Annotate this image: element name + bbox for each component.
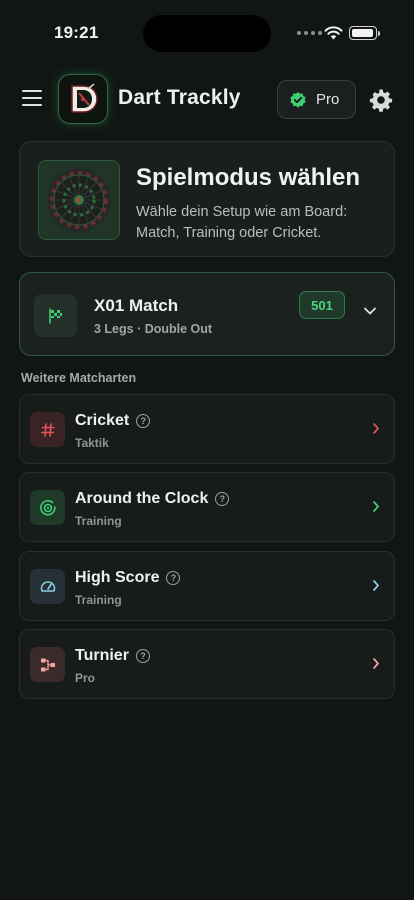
verified-badge-icon <box>290 91 306 108</box>
dartboard-icon <box>47 168 111 232</box>
mode-item-high-score[interactable]: High Score ? Training <box>19 551 395 621</box>
mode-title: Turnier ? <box>75 647 150 665</box>
cellular-icon <box>297 31 322 35</box>
around-the-clock-icon-box <box>30 490 65 525</box>
mode-item-turnier[interactable]: Turnier ? Pro <box>19 629 395 699</box>
x01-subtitle: 3 Legs · Double Out <box>94 322 213 336</box>
turnier-icon-box <box>30 647 65 682</box>
pro-button[interactable]: Pro <box>277 80 356 119</box>
app-header: Dart Trackly Pro <box>0 72 414 126</box>
mode-intro-card: Spielmodus wählen Wähle dein Setup wie a… <box>19 141 395 257</box>
gear-icon[interactable] <box>369 88 393 112</box>
high-score-icon-box <box>30 569 65 604</box>
mode-title: Around the Clock ? <box>75 490 230 508</box>
status-bar: 19:21 <box>0 0 414 60</box>
app-title: Dart Trackly <box>118 86 241 109</box>
bracket-icon <box>40 658 55 671</box>
app-logo <box>58 74 108 124</box>
help-icon[interactable]: ? <box>135 649 150 663</box>
chevron-down-icon[interactable] <box>363 306 377 316</box>
mode-title: Cricket ? <box>75 412 151 430</box>
battery-icon <box>349 26 380 40</box>
dynamic-island <box>143 15 271 52</box>
mode-title-text: Turnier <box>75 647 129 664</box>
mode-subtitle: Training <box>75 593 122 607</box>
hash-icon <box>40 422 55 437</box>
chevron-right-icon <box>373 658 379 669</box>
x01-title: X01 Match <box>94 296 179 315</box>
mode-title-text: Cricket <box>75 412 130 429</box>
mode-title: High Score ? <box>75 569 181 587</box>
gauge-icon <box>40 580 55 592</box>
menu-button[interactable] <box>22 90 44 108</box>
mode-title-text: Around the Clock <box>75 490 209 507</box>
hero-title: Spielmodus wählen <box>136 164 361 191</box>
checkered-flag-icon <box>48 307 62 324</box>
help-icon[interactable]: ? <box>215 492 230 506</box>
target-icon <box>39 499 56 515</box>
mode-subtitle: Pro <box>75 671 96 685</box>
mode-subtitle: Training <box>75 514 122 528</box>
cricket-icon-box <box>30 412 65 447</box>
mode-item-around-the-clock[interactable]: Around the Clock ? Training <box>19 472 395 542</box>
mode-item-cricket[interactable]: Cricket ? Taktik <box>19 394 395 464</box>
section-label-more-modes: Weitere Matcharten <box>21 371 137 385</box>
hero-subtitle: Wähle dein Setup wie am Board: Match, Tr… <box>136 204 348 241</box>
chevron-right-icon <box>373 580 379 591</box>
x01-score-badge: 501 <box>299 291 345 319</box>
wifi-icon <box>324 26 343 40</box>
chevron-right-icon <box>373 423 379 434</box>
dartboard-image <box>38 160 120 240</box>
mode-title-text: High Score <box>75 569 160 586</box>
dart-logo-icon <box>71 83 98 113</box>
mode-subtitle: Taktik <box>75 436 109 450</box>
hamburger-icon <box>22 90 42 92</box>
pro-label: Pro <box>316 91 340 108</box>
x01-icon-box <box>34 294 77 337</box>
chevron-right-icon <box>373 501 379 512</box>
help-icon[interactable]: ? <box>166 571 181 585</box>
status-time: 19:21 <box>54 23 99 42</box>
x01-match-card[interactable]: X01 Match 3 Legs · Double Out 501 <box>19 272 395 356</box>
help-icon[interactable]: ? <box>136 414 151 428</box>
